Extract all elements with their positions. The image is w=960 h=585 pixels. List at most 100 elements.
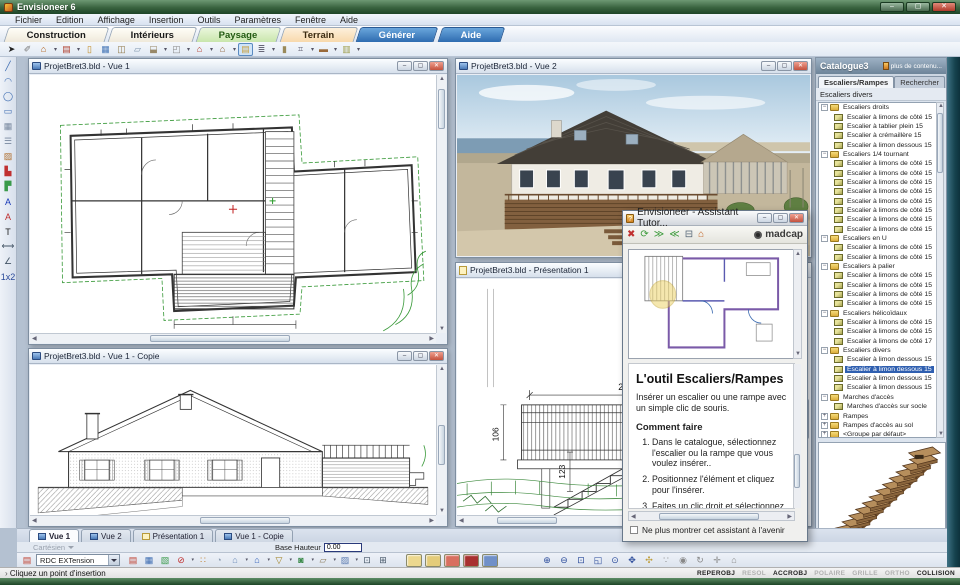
tab-terrain[interactable]: Terrain (280, 27, 358, 42)
roof-tool[interactable]: ⌂ (192, 43, 207, 56)
maximize-button[interactable] (413, 61, 428, 71)
roof-frame-tool[interactable]: ◰ (169, 43, 184, 56)
catalog-tree-item[interactable]: Escalier à limons de côté 15 (819, 243, 937, 252)
tab-construction[interactable]: Construction (4, 27, 110, 42)
orbit-icon[interactable]: ↻ (693, 554, 707, 567)
print-icon[interactable]: ⊟ (685, 229, 693, 240)
catalog-tree-item[interactable]: Escalier à limon dessous 15 (819, 140, 937, 149)
center-view-icon[interactable]: ✛ (710, 554, 724, 567)
zoom-out-icon[interactable]: ⊖ (557, 554, 571, 567)
view-3d-icon[interactable]: ▧ (158, 554, 172, 567)
dont-show-again-checkbox[interactable]: Ne plus montrer cet assistant à l'avenir (630, 525, 785, 535)
catalog-group-label[interactable]: Escaliers divers (816, 88, 946, 101)
cube-display-icon[interactable]: ▨ (338, 554, 352, 567)
viewtab-presentation1[interactable]: Présentation 1 (133, 529, 214, 542)
status-toggle[interactable]: COLLISION (917, 570, 955, 577)
coordinate-mode-dropdown[interactable]: Cartésien (33, 543, 74, 552)
home-icon[interactable]: ⌂ (698, 229, 704, 240)
angle-dimension-tool[interactable]: ∠ (2, 255, 15, 268)
title-text-tool[interactable]: T (2, 225, 15, 238)
catalog-tree-item[interactable]: Marches d'accès sur socle (819, 402, 937, 411)
building-wizard[interactable]: ⌂ (36, 43, 51, 56)
catalog-tab[interactable]: Escaliers/Rampes (818, 76, 894, 88)
roof-cover-tool[interactable]: ⌂ (215, 43, 230, 56)
catalog-tree-item[interactable]: Rampes d'accès au sol (819, 421, 937, 430)
schedule-tool[interactable]: ☰ (2, 135, 15, 148)
catalog-tree-item[interactable]: Escalier à limon dessous 15 (819, 383, 937, 392)
viewtab-vue1-copie[interactable]: Vue 1 - Copie (215, 529, 293, 542)
minimize-button[interactable] (397, 351, 412, 361)
zoom-dynamic-icon[interactable]: ✥ (625, 554, 639, 567)
stairs-properties-icon[interactable]: ▤ (20, 554, 34, 567)
model-view-icon[interactable]: ⌂ (727, 554, 741, 567)
level-selector[interactable]: RDC EXTension (36, 554, 120, 566)
status-toggle[interactable]: ORTHO (885, 570, 910, 577)
close-button[interactable] (789, 213, 804, 223)
status-toggle[interactable]: REPEROBJ (697, 570, 735, 577)
catalog-tree-item[interactable]: Escalier à limons de côté 15 (819, 318, 937, 327)
pdf-export-tool[interactable]: ▙ (2, 165, 15, 178)
horizontal-scrollbar[interactable]: ◀▶ (30, 333, 436, 343)
export-tool[interactable]: ▛ (2, 180, 15, 193)
layer-cube-red-hatch[interactable] (444, 554, 460, 567)
close-button[interactable] (932, 2, 956, 12)
refresh-icon[interactable]: ⟳ (640, 229, 648, 240)
horizontal-scrollbar[interactable]: ◀▶ (30, 515, 436, 525)
beam-tool[interactable]: ▬ (316, 43, 331, 56)
catalog-tree-item[interactable]: Escalier à limon dessous 15 (819, 374, 937, 383)
pan-hand-icon[interactable]: ✣ (642, 554, 656, 567)
window-vue1-copie-titlebar[interactable]: ProjetBret3.bld - Vue 1 - Copie (29, 349, 447, 364)
catalog-tree-item[interactable]: Escaliers divers (819, 346, 937, 355)
window-vue1-titlebar[interactable]: ProjetBret3.bld - Vue 1 (29, 59, 447, 74)
assistant-titlebar[interactable]: ? Envisioneer - Assistant Tutor... (623, 211, 807, 226)
catalog-tree-item[interactable]: Escalier à limons de côté 15 (819, 196, 937, 205)
tree-expander-icon[interactable] (821, 235, 828, 242)
wall-display-icon[interactable]: ▱ (316, 554, 330, 567)
circle-tool[interactable]: ◯ (2, 90, 15, 103)
dimension-tool[interactable]: ⟷ (2, 240, 15, 253)
menu-item[interactable]: Fichier (8, 15, 49, 25)
tree-expander-icon[interactable] (821, 347, 828, 354)
catalog-tree-item[interactable]: Escalier à limons de côté 15 (819, 159, 937, 168)
vertical-scrollbar[interactable]: ▲▼ (436, 75, 446, 333)
menu-item[interactable]: Outils (190, 15, 227, 25)
column-tool[interactable]: ▮ (277, 43, 292, 56)
catalog-tree-item[interactable]: Escaliers 1/4 tournant (819, 150, 937, 159)
window-vue2-titlebar[interactable]: ProjetBret3.bld - Vue 2 (456, 59, 811, 74)
catalog-tree-item[interactable]: Escalier à limon dessous 15 (819, 355, 937, 364)
catalog-tree-item[interactable]: Escalier à limons de côté 15 (819, 224, 937, 233)
catalog-tree-item[interactable]: Escalier à limon dessous 15 (819, 365, 937, 374)
minimize-button[interactable] (757, 213, 772, 223)
close-topic-icon[interactable]: ✖ (627, 229, 635, 240)
catalog-tree-item[interactable]: Escalier à limons de côté 15 (819, 112, 937, 121)
framing-tool[interactable]: ⌗ (293, 43, 308, 56)
tab-interieurs[interactable]: Intérieurs (108, 27, 198, 42)
viewtab-vue1[interactable]: Vue 1 (29, 529, 79, 542)
layer-cube-yellow-1[interactable] (406, 554, 422, 567)
window-tool[interactable]: ▦ (98, 43, 113, 56)
maximize-button[interactable] (906, 2, 930, 12)
stairs-tool[interactable]: ▤ (238, 43, 253, 56)
next-topic-icon[interactable]: ≫ (654, 229, 664, 240)
assistant-horizontal-scrollbar[interactable]: ◀▶ (628, 511, 795, 521)
catalog-tree-item[interactable]: <Groupe par défaut> (819, 430, 937, 438)
note-tool[interactable]: ▥ (339, 43, 354, 56)
wall-tool[interactable]: ▤ (59, 43, 74, 56)
catalog-tree-item[interactable]: Escalier à limons de côté 15 (819, 299, 937, 308)
minimize-button[interactable] (397, 61, 412, 71)
hatch-tool[interactable]: ▦ (2, 120, 15, 133)
floor-plan-view[interactable] (30, 75, 436, 333)
shade-mode-icon[interactable]: ◔ (212, 554, 226, 567)
catalog-tree-item[interactable]: Escaliers droits (819, 103, 937, 112)
catalog-tree-item[interactable]: Escalier à limons de côté 15 (819, 271, 937, 280)
catalog-tree-item[interactable]: Escalier à limons de côté 15 (819, 327, 937, 336)
catalog-tree-item[interactable]: Escalier à limons de côté 17 (819, 337, 937, 346)
filter-view-icon[interactable]: ▽ (272, 554, 286, 567)
vertical-scrollbar[interactable]: ▲▼ (436, 365, 446, 515)
catalog-tree-item[interactable]: Marches d'accès (819, 393, 937, 402)
tree-expander-icon[interactable] (821, 394, 828, 401)
close-button[interactable] (429, 61, 444, 71)
ceiling-tool[interactable]: ⬓ (146, 43, 161, 56)
monitor-2-icon[interactable]: ⊞ (376, 554, 390, 567)
assistant-content-scrollbar[interactable] (793, 364, 801, 508)
